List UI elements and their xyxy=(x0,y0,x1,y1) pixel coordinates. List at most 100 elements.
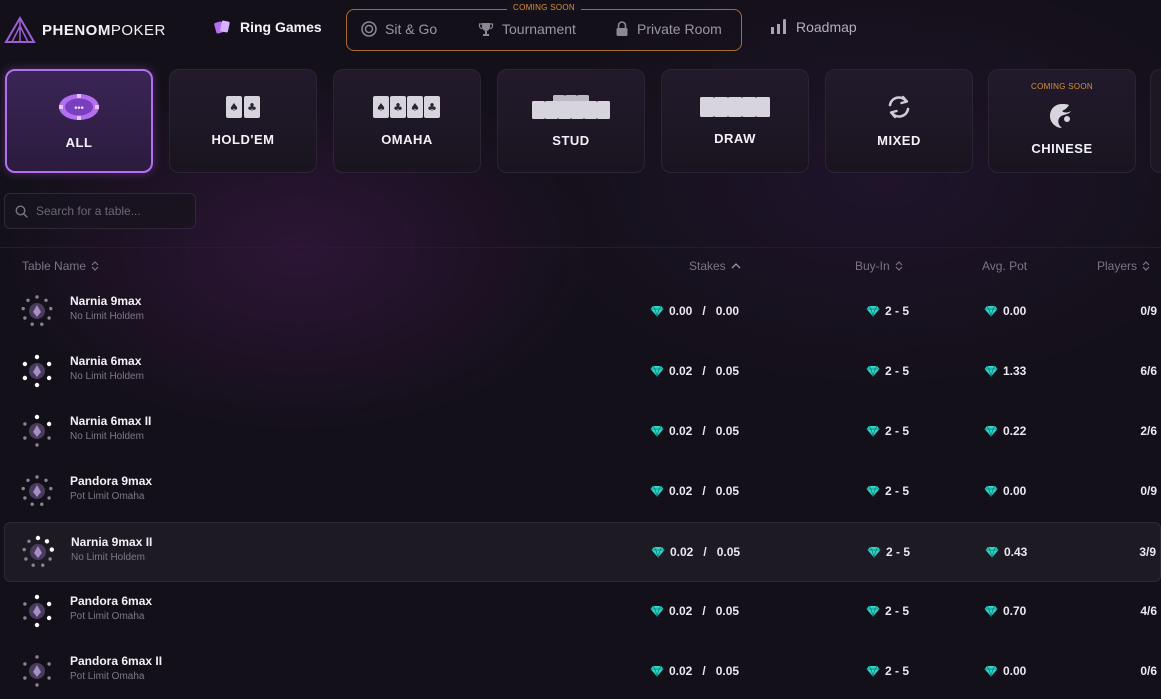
category-next-partial[interactable] xyxy=(1150,69,1161,173)
table-row[interactable]: Pandora 9max Pot Limit Omaha 0.02/0.05 2 - … xyxy=(4,462,1161,522)
players-value: 4/6 xyxy=(1140,604,1157,618)
svg-text:♠: ♠ xyxy=(229,101,239,114)
stakes-value: 0.02/0.05 xyxy=(650,484,739,498)
top-bar: PHENOMPOKER Ring Games COMING SOON Sit &… xyxy=(0,0,1161,62)
table-game-type: Pot Limit Omaha xyxy=(70,611,145,622)
players-value: 3/9 xyxy=(1139,545,1156,559)
svg-text:♣: ♣ xyxy=(427,101,437,114)
category-draw[interactable]: DRAW xyxy=(661,69,809,173)
chip-icon xyxy=(361,21,377,37)
players-value: 0/9 xyxy=(1140,484,1157,498)
avg-pot-value: 0.00 xyxy=(984,304,1026,318)
search-input[interactable] xyxy=(36,204,186,218)
brand-logo[interactable]: PHENOMPOKER xyxy=(4,16,166,44)
svg-text:•••: ••• xyxy=(74,103,83,113)
table-header: Table Name Stakes Buy-In Avg. Pot Player… xyxy=(0,256,1161,276)
gem-icon xyxy=(984,365,998,377)
nav-sit-go[interactable]: Sit & Go xyxy=(361,21,437,37)
category-label: ALL xyxy=(65,135,93,150)
buy-in-value: 2 - 5 xyxy=(866,484,909,498)
sort-icon xyxy=(895,261,903,271)
table-row[interactable]: Narnia 6max II No Limit Holdem 0.02/0.05 2 … xyxy=(4,402,1161,462)
two-cards-icon: ♠ ♣ xyxy=(226,96,260,118)
table-seats-icon xyxy=(23,414,52,447)
players-value: 6/6 xyxy=(1140,364,1157,378)
stakes-value: 0.02/0.05 xyxy=(650,364,739,378)
gem-icon xyxy=(650,305,664,317)
table-row[interactable]: Pandora 6max II Pot Limit Omaha 0.02/0.05 2… xyxy=(4,642,1161,699)
coming-soon-group: COMING SOON Sit & Go Tournament Private … xyxy=(346,3,742,51)
table-row[interactable]: Narnia 9max II No Limit Holdem 0.02/0.05 2 … xyxy=(4,522,1161,582)
gem-icon xyxy=(650,425,664,437)
gem-icon xyxy=(866,305,880,317)
avg-pot-value: 0.00 xyxy=(984,484,1026,498)
category-chinese[interactable]: COMING SOON CHINESE xyxy=(988,69,1136,173)
table-row[interactable]: Pandora 6max Pot Limit Omaha 0.02/0.05 2 - … xyxy=(4,582,1161,642)
category-label: STUD xyxy=(552,133,590,148)
table-seats-icon xyxy=(23,655,51,687)
column-header-stakes[interactable]: Stakes xyxy=(689,259,741,273)
stakes-value: 0.02/0.05 xyxy=(650,604,739,618)
category-stud[interactable]: STUD xyxy=(497,69,645,173)
phenom-logo-icon xyxy=(4,16,36,43)
avg-pot-value: 0.00 xyxy=(984,664,1026,678)
gem-icon xyxy=(650,605,664,617)
dragon-icon xyxy=(1050,103,1071,128)
buy-in-value: 2 - 5 xyxy=(866,424,909,438)
gem-icon xyxy=(866,665,880,677)
svg-text:♠: ♠ xyxy=(376,101,386,114)
gem-icon xyxy=(984,305,998,317)
table-game-type: No Limit Holdem xyxy=(70,431,144,442)
nav-ring-games[interactable]: Ring Games xyxy=(214,19,322,35)
column-header-table-name[interactable]: Table Name xyxy=(22,259,99,273)
category-holdem[interactable]: ♠ ♣ HOLD'EM xyxy=(169,69,317,173)
gem-icon xyxy=(867,546,881,558)
nav-private-room[interactable]: Private Room xyxy=(615,21,722,37)
nav-ring-games-label: Ring Games xyxy=(240,19,322,35)
avg-pot-value: 0.70 xyxy=(984,604,1026,618)
table-game-type: Pot Limit Omaha xyxy=(70,671,145,682)
search-icon xyxy=(15,204,28,218)
gem-icon xyxy=(866,365,880,377)
table-game-type: No Limit Holdem xyxy=(70,371,144,382)
category-label: MIXED xyxy=(877,133,921,148)
search-box xyxy=(4,193,196,229)
buy-in-value: 2 - 5 xyxy=(866,604,909,618)
category-mixed[interactable]: MIXED xyxy=(825,69,973,173)
gem-icon xyxy=(866,425,880,437)
column-header-buy-in[interactable]: Buy-In xyxy=(855,259,903,273)
svg-text:♠: ♠ xyxy=(410,101,420,114)
players-value: 0/9 xyxy=(1140,304,1157,318)
stakes-value: 0.02/0.05 xyxy=(650,424,739,438)
stakes-value: 0.00/0.00 xyxy=(650,304,739,318)
nav-tournament[interactable]: Tournament xyxy=(478,21,576,37)
category-label: CHINESE xyxy=(1031,140,1093,156)
table-name: Pandora 9max xyxy=(70,474,153,488)
table-game-type: Pot Limit Omaha xyxy=(70,491,145,502)
table-seats-icon xyxy=(23,594,52,628)
category-label: OMAHA xyxy=(381,132,433,147)
chip-icon: ••• xyxy=(59,94,99,120)
avg-pot-value: 0.22 xyxy=(984,424,1026,438)
gem-icon xyxy=(985,546,999,558)
gem-icon xyxy=(866,605,880,617)
nav-sit-go-label: Sit & Go xyxy=(385,21,438,37)
five-cards-icon xyxy=(700,97,770,117)
category-label: HOLD'EM xyxy=(211,132,275,147)
four-cards-icon: ♠ ♣ ♠ ♣ xyxy=(373,96,440,118)
gem-icon xyxy=(651,546,665,558)
category-omaha[interactable]: ♠ ♣ ♠ ♣ OMAHA xyxy=(333,69,481,173)
avg-pot-value: 1.33 xyxy=(984,364,1026,378)
roadmap-icon xyxy=(771,19,786,34)
trophy-icon xyxy=(478,23,494,36)
table-row[interactable]: Narnia 6max No Limit Holdem 0.02/0.05 2 - 5… xyxy=(4,342,1161,402)
nav-roadmap[interactable]: Roadmap xyxy=(770,19,857,35)
category-all[interactable]: ••• ALL xyxy=(5,69,153,173)
column-header-players[interactable]: Players xyxy=(1097,259,1150,273)
sort-icon xyxy=(1142,261,1150,271)
column-header-avg-pot[interactable]: Avg. Pot xyxy=(982,259,1027,273)
table-game-type: No Limit Holdem xyxy=(70,311,144,322)
table-row[interactable]: Narnia 9max No Limit Holdem 0.00/0.00 2 - 5… xyxy=(4,282,1161,342)
stakes-value: 0.02/0.05 xyxy=(651,545,740,559)
table-seats-icon xyxy=(21,475,53,506)
